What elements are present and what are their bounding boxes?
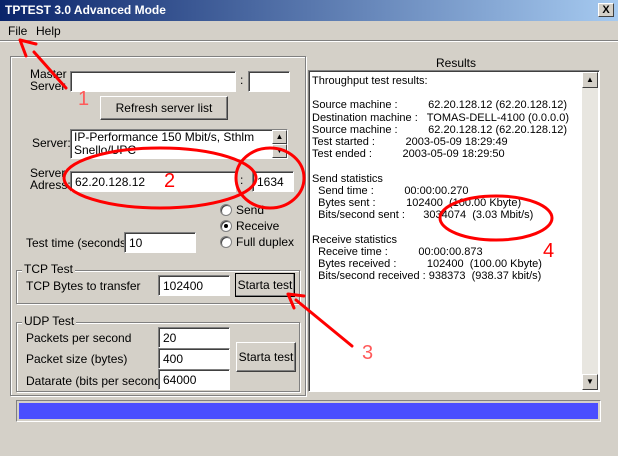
test-time-label: Test time (seconds) (26, 236, 131, 250)
server-port-input[interactable]: 1634 (252, 171, 294, 192)
send-radio-label: Send (236, 203, 265, 217)
send-radio[interactable] (220, 204, 232, 216)
server-list[interactable]: IP-Performance 150 Mbit/s, Sthlm Snello/… (70, 129, 288, 159)
server-port-separator: : (240, 173, 244, 187)
udp-rate-input[interactable]: 64000 (158, 369, 230, 390)
progress-bar-fill (19, 403, 598, 419)
title-bar: TPTEST 3.0 Advanced Mode X (0, 0, 618, 21)
annotation-number-4: 4 (543, 240, 555, 262)
udp-pps-input[interactable]: 20 (158, 327, 230, 348)
arrow-head-file-menu (18, 38, 38, 58)
master-port-input[interactable] (248, 71, 290, 92)
close-button[interactable]: X (598, 3, 614, 17)
server-address-label-2: Adress: (30, 178, 71, 192)
results-line: Throughput test results: (312, 75, 428, 87)
menu-divider (0, 40, 618, 42)
results-line: Test started : 2003-05-09 18:29:49 (312, 136, 508, 148)
scroll-up-icon[interactable]: ▲ (272, 130, 287, 144)
results-line: Destination machine : TOMAS-DELL-4100 (0… (312, 111, 569, 124)
results-line: Source machine : 62.20.128.12 (62.20.128… (312, 123, 567, 136)
results-line: Test ended : 2003-05-09 18:29:50 (312, 148, 505, 161)
results-line: Send statistics (312, 172, 383, 185)
full-duplex-radio[interactable] (220, 236, 232, 248)
results-scrollbar[interactable]: ▲ ▼ (582, 72, 598, 390)
master-port-separator: : (240, 73, 244, 87)
server-list-item[interactable]: Snello/UPC (74, 144, 284, 157)
window-title: TPTEST 3.0 Advanced Mode (5, 3, 166, 17)
menu-file[interactable]: File (8, 24, 27, 38)
server-list-scrollbar[interactable]: ▲ ▼ (272, 130, 287, 158)
full-duplex-radio-label: Full duplex (236, 235, 295, 249)
menu-bar: File Help (0, 21, 618, 40)
tcp-test-group-label: TCP Test (22, 262, 75, 276)
tcp-bytes-label: TCP Bytes to transfer (26, 279, 141, 293)
udp-pps-label: Packets per second (26, 331, 132, 345)
tcp-start-test-button[interactable]: Starta test (235, 273, 295, 297)
menu-help[interactable]: Help (36, 24, 61, 38)
scroll-up-icon[interactable]: ▲ (582, 72, 598, 88)
udp-size-input[interactable]: 400 (158, 348, 230, 369)
udp-size-label: Packet size (bytes) (26, 352, 128, 366)
results-line: Bytes sent : 102400 (100.00 Kbyte) (312, 197, 522, 209)
udp-start-test-button[interactable]: Starta test (236, 342, 296, 372)
annotation-number-1: 1 (78, 88, 90, 110)
tcp-bytes-input[interactable]: 102400 (158, 275, 230, 296)
results-line: Bytes received : 102400 (100.00 Kbyte) (312, 258, 542, 270)
results-textarea[interactable]: Throughput test results: Source machine :… (308, 70, 600, 392)
scroll-down-icon[interactable]: ▼ (582, 374, 598, 390)
refresh-server-list-button[interactable]: Refresh server list (100, 96, 228, 120)
master-label-2: Server (30, 79, 66, 93)
master-server-input[interactable] (70, 71, 236, 92)
annotation-number-2: 2 (164, 170, 176, 192)
annotation-number-3: 3 (362, 342, 374, 364)
results-line: Receive statistics (312, 233, 397, 246)
udp-rate-label: Datarate (bits per second) (26, 374, 165, 388)
results-line: Bits/second sent : 3034074 (3.03 Mbit/s) (312, 209, 534, 222)
udp-test-group-label: UDP Test (22, 314, 77, 328)
scroll-down-icon[interactable]: ▼ (272, 144, 287, 158)
results-line: Receive time : 00:00:00.873 (312, 245, 483, 258)
results-title: Results (436, 56, 477, 70)
results-line: Send time : 00:00:00.270 (312, 184, 469, 197)
results-line: Source machine : 62.20.128.12 (62.20.128… (312, 99, 567, 112)
server-label: Server: (32, 136, 71, 150)
receive-radio[interactable] (220, 220, 232, 232)
server-address-input[interactable]: 62.20.128.12 (70, 171, 236, 192)
receive-radio-label: Receive (236, 219, 280, 233)
test-time-input[interactable]: 10 (124, 232, 196, 253)
progress-bar (16, 400, 601, 422)
results-line: Bits/second received : 938373 (938.37 kb… (312, 270, 542, 283)
